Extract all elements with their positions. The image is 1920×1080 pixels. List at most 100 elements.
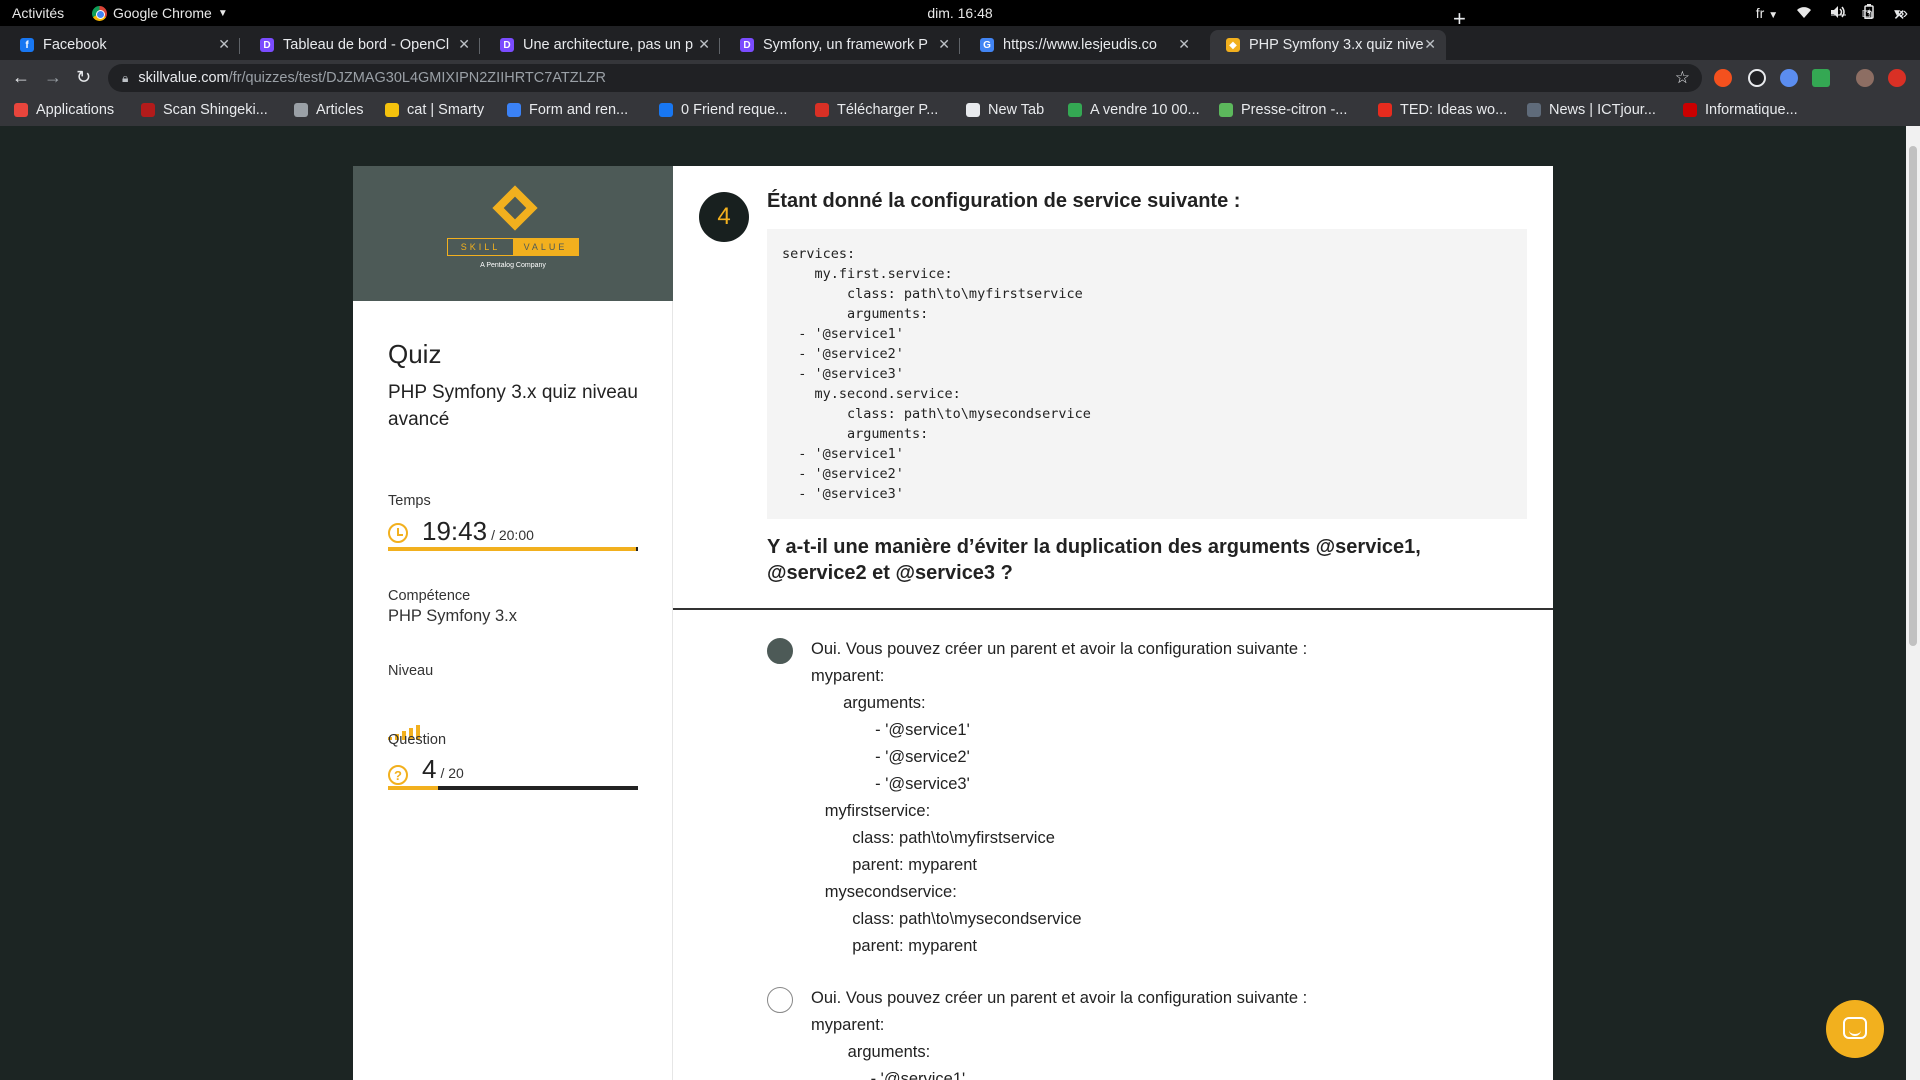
chevron-down-icon: ▼ (217, 7, 228, 19)
browser-tab[interactable]: D Tableau de bord - OpenCl ✕ (244, 30, 480, 60)
code-line: - '@service3' (782, 366, 904, 382)
bookmark-favicon-icon (659, 103, 673, 117)
code-line: my.first.service: (782, 266, 953, 282)
answer-line: - '@service3' (811, 775, 970, 793)
code-block: services: my.first.service: class: path\… (767, 229, 1527, 519)
bookmark-item[interactable]: Informatique... (1683, 102, 1798, 118)
close-tab-icon[interactable]: ✕ (698, 36, 710, 53)
bookmark-favicon-icon (966, 103, 980, 117)
answer-line: Oui. Vous pouvez créer un parent et avoi… (811, 989, 1308, 1007)
bookmark-item[interactable]: Applications (14, 102, 114, 118)
restore-button[interactable]: ⧉ (1862, 6, 1873, 23)
answer-line: arguments: (811, 1043, 931, 1061)
answer-line: class: path\to\myfirstservice (811, 829, 1055, 847)
new-tab-button[interactable]: + (1453, 6, 1466, 32)
question-title: Étant donné la configuration de service … (767, 190, 1241, 212)
time-value: 19:43 (422, 516, 488, 546)
bookmarks-overflow-icon[interactable]: » (1899, 5, 1908, 23)
time-progress-fill (388, 547, 636, 551)
bookmark-item[interactable]: News | ICTjour... (1527, 102, 1656, 118)
bookmark-item[interactable]: cat | Smarty (385, 102, 484, 118)
tab-favicon-icon: D (740, 38, 754, 52)
extension-icon[interactable] (1812, 69, 1830, 87)
close-tab-icon[interactable]: ✕ (1424, 36, 1436, 53)
answer-line: parent: myparent (811, 856, 977, 874)
logo-word-left: SKILL (460, 242, 501, 252)
tab-title: https://www.lesjeudis.co (1003, 37, 1157, 53)
browser-tab[interactable]: Ghttps://www.lesjeudis.co ✕ (964, 30, 1200, 60)
extension-icon[interactable] (1888, 69, 1906, 87)
browser-tab[interactable]: ◆ PHP Symfony 3.x quiz nive ✕ (1210, 30, 1446, 60)
system-tray[interactable]: fr ▼ ▼ (1756, 4, 1902, 22)
bookmark-item[interactable]: Presse-citron -... (1219, 102, 1347, 118)
bookmark-item[interactable]: New Tab (966, 102, 1044, 118)
logo-area: SKILL VALUE A Pentalog Company (353, 166, 673, 301)
wifi-icon (1796, 5, 1812, 22)
reload-icon[interactable]: ↻ (76, 67, 91, 88)
answer-line: class: path\to\mysecondservice (811, 910, 1082, 928)
extension-icon[interactable] (1714, 69, 1732, 87)
code-line: my.second.service: (782, 386, 961, 402)
bookmark-item[interactable]: Scan Shingeki... (141, 102, 268, 118)
forward-icon[interactable]: → (44, 67, 62, 88)
answer-line: myparent: (811, 667, 885, 685)
bookmark-label: New Tab (988, 102, 1045, 118)
chat-widget-button[interactable] (1826, 1000, 1884, 1058)
scrollbar-thumb[interactable] (1909, 146, 1917, 646)
close-tab-icon[interactable]: ✕ (458, 36, 470, 53)
bookmark-label: Articles (316, 102, 364, 118)
bookmark-label: Télécharger P... (837, 102, 939, 118)
bookmark-favicon-icon (1068, 103, 1082, 117)
language-indicator[interactable]: fr ▼ (1756, 5, 1778, 21)
profile-avatar[interactable] (1856, 69, 1874, 87)
bookmark-item[interactable]: TED: Ideas wo... (1378, 102, 1507, 118)
browser-toolbar: ← → ↻ 🔒︎ skillvalue.com/fr/quizzes/test/… (0, 60, 1920, 96)
close-tab-icon[interactable]: ✕ (218, 36, 230, 53)
bookmark-item[interactable]: Articles (294, 102, 364, 118)
extension-icon[interactable] (1748, 69, 1766, 87)
bookmark-item[interactable]: 0 Friend reque... (659, 102, 787, 118)
level-label: Niveau (388, 663, 434, 679)
bookmark-favicon-icon (1219, 103, 1233, 117)
code-line: class: path\to\mysecondservice (782, 406, 1091, 422)
tab-title: Tableau de bord - OpenCl (283, 37, 450, 53)
url-host: skillvalue.com (138, 70, 229, 86)
code-line: arguments: (782, 426, 929, 442)
answer-line: arguments: (811, 694, 926, 712)
quiz-subtitle: PHP Symfony 3.x quiz niveau avancé (388, 382, 638, 430)
code-line: arguments: (782, 306, 929, 322)
app-menu[interactable]: Google Chrome ▼ (92, 5, 228, 21)
bookmark-item[interactable]: Form and ren... (507, 102, 628, 118)
answer-radio[interactable] (767, 638, 793, 664)
logo-word-right: VALUE (513, 239, 578, 255)
code-line: - '@service3' (782, 486, 904, 502)
tab-separator (959, 38, 960, 54)
chrome-icon (92, 5, 107, 21)
quiz-title: Quiz (388, 339, 442, 369)
tab-favicon-icon: D (260, 38, 274, 52)
answer-line: - '@service1' (811, 1070, 966, 1080)
address-bar[interactable]: 🔒︎ skillvalue.com/fr/quizzes/test/DJZMAG… (108, 64, 1702, 92)
close-tab-icon[interactable]: ✕ (1178, 36, 1190, 53)
clock[interactable]: dim. 16:48 (0, 5, 1920, 21)
bookmark-item[interactable]: Télécharger P... (815, 102, 938, 118)
activities-button[interactable]: Activités (12, 5, 64, 21)
close-tab-icon[interactable]: ✕ (938, 36, 950, 53)
bookmark-item[interactable]: A vendre 10 00... (1068, 102, 1200, 118)
extension-icon[interactable] (1780, 69, 1798, 87)
browser-tab[interactable]: f Facebook ✕ (4, 30, 240, 60)
back-icon[interactable]: ← (12, 67, 30, 88)
browser-tab[interactable]: D Une architecture, pas un p ✕ (484, 30, 720, 60)
code-line: services: (782, 246, 856, 262)
browser-tab[interactable]: D Symfony, un framework P ✕ (724, 30, 960, 60)
minimize-button[interactable]: — (1831, 6, 1846, 23)
chevron-down-icon: ▼ (1768, 10, 1779, 21)
answer-line: - '@service2' (811, 748, 970, 766)
page-scrollbar[interactable] (1906, 126, 1920, 1080)
code-line: - '@service1' (782, 446, 904, 462)
question-number-badge: 4 (699, 192, 749, 242)
skill-value: PHP Symfony 3.x (388, 607, 517, 625)
answer-radio[interactable] (767, 987, 793, 1013)
bookmark-star-icon[interactable]: ☆ (1675, 68, 1690, 88)
bookmark-favicon-icon (1378, 103, 1392, 117)
